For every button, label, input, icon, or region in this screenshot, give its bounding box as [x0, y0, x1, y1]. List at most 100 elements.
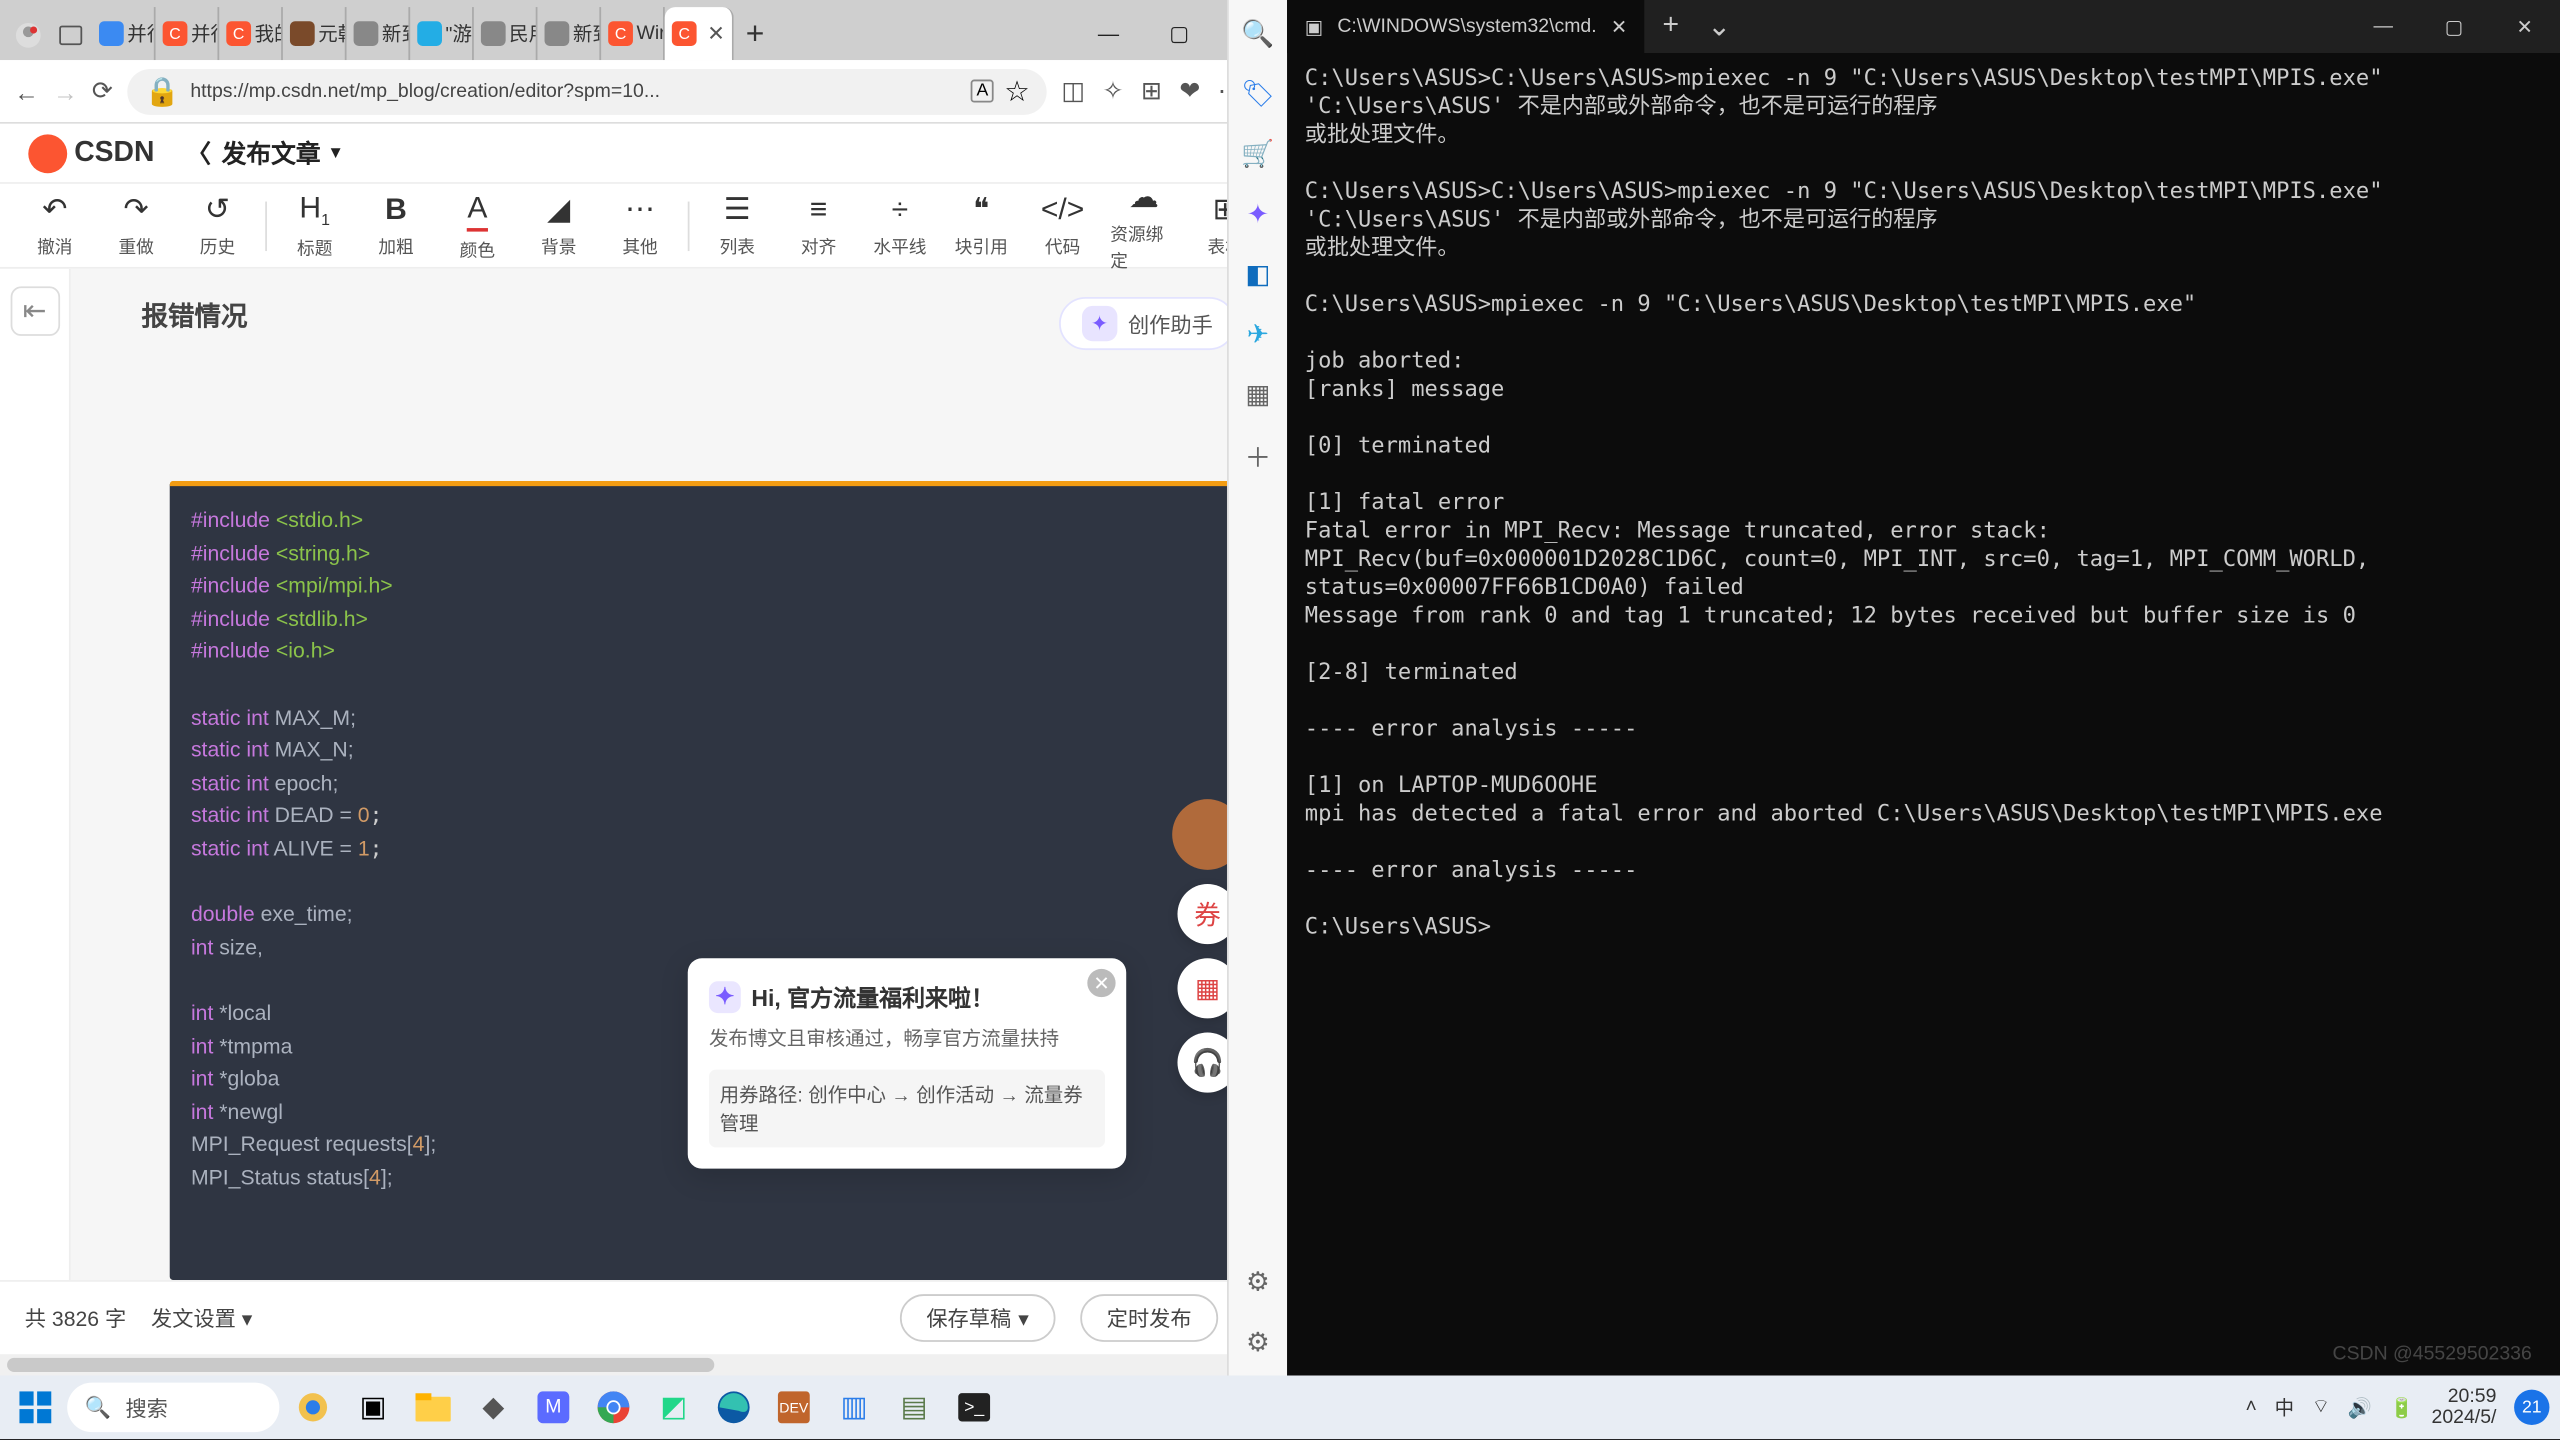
terminal-taskbar-icon[interactable]: >_: [948, 1381, 1001, 1434]
collections-icon[interactable]: ✧: [1103, 76, 1124, 106]
publish-settings[interactable]: 发文设置 ▾: [151, 1303, 252, 1333]
other-button[interactable]: ⋯其他: [606, 193, 673, 258]
start-button[interactable]: [11, 1383, 61, 1433]
resource-button[interactable]: ☁资源绑定: [1110, 179, 1177, 271]
chrome-icon[interactable]: [587, 1381, 640, 1434]
maximize-button[interactable]: ▢: [1144, 7, 1215, 60]
term-maximize-button[interactable]: ▢: [2419, 0, 2490, 53]
browser-tab[interactable]: C并行: [156, 7, 220, 60]
page-favicon-icon: [545, 21, 570, 46]
cart-icon[interactable]: 🛒: [1241, 138, 1274, 170]
send-icon[interactable]: ✈: [1247, 318, 1269, 350]
tag-icon[interactable]: 🏷: [1241, 78, 1275, 110]
favorite-icon[interactable]: ☆: [1004, 73, 1029, 108]
term-minimize-button[interactable]: —: [2348, 0, 2419, 53]
address-bar[interactable]: 🔒 https://mp.csdn.net/mp_blog/creation/e…: [127, 68, 1047, 114]
browser-tab[interactable]: C我的: [219, 7, 283, 60]
profile-icon[interactable]: [11, 18, 46, 53]
terminal-output[interactable]: C:\Users\ASUS>C:\Users\ASUS>mpiexec -n 9…: [1287, 53, 2560, 1375]
tab-close-icon[interactable]: ✕: [707, 21, 725, 46]
browser-tab[interactable]: 新到: [537, 7, 601, 60]
term-close-button[interactable]: ✕: [2489, 0, 2560, 53]
browser-tab[interactable]: C✕: [665, 7, 734, 60]
editor-content[interactable]: 报错情况 ✦ 创作助手 #include <stdio.h> #include …: [71, 269, 1286, 1280]
ai-assist-button[interactable]: ✦ 创作助手: [1059, 297, 1236, 350]
pycharm-icon[interactable]: ◩: [647, 1381, 700, 1434]
schedule-button[interactable]: 定时发布: [1080, 1294, 1218, 1342]
quote-button[interactable]: ❝块引用: [948, 193, 1015, 258]
editor-gutter: ⇤: [0, 269, 71, 1280]
history-button[interactable]: ↺历史: [184, 193, 251, 258]
gear-icon[interactable]: ⚙: [1246, 1326, 1270, 1358]
hr-button[interactable]: ÷水平线: [866, 193, 933, 258]
browser-tab[interactable]: CWir: [601, 7, 665, 60]
browser-tab[interactable]: 新到: [347, 7, 411, 60]
split-icon[interactable]: ◫: [1061, 76, 1084, 106]
refresh-button[interactable]: ⟳: [92, 76, 113, 106]
browser-tab[interactable]: 民用: [474, 7, 538, 60]
page-breadcrumb[interactable]: 〈 发布文章 ▾: [186, 135, 340, 170]
notification-badge[interactable]: 21: [2514, 1390, 2549, 1425]
color-button[interactable]: A颜色: [444, 190, 511, 261]
ime-indicator[interactable]: 中: [2275, 1393, 2294, 1421]
workspace-icon[interactable]: [53, 18, 88, 53]
tool-icon[interactable]: ⚙: [1246, 1266, 1270, 1298]
tab-close-icon[interactable]: ✕: [1611, 15, 1627, 38]
browser-tab[interactable]: 并行: [92, 7, 156, 60]
outline-toggle-icon[interactable]: ⇤: [10, 286, 60, 336]
outlook-icon[interactable]: ◧: [1245, 258, 1270, 290]
performance-icon[interactable]: ❤: [1179, 76, 1200, 106]
taskview-icon[interactable]: ▣: [347, 1381, 400, 1434]
copilot-taskbar-icon[interactable]: [286, 1381, 339, 1434]
save-draft-button[interactable]: 保存草稿 ▾: [900, 1294, 1056, 1342]
explorer-icon[interactable]: [407, 1381, 460, 1434]
taskbar-search[interactable]: 🔍 搜索: [67, 1383, 279, 1433]
minimize-button[interactable]: —: [1073, 7, 1144, 60]
terminal-new-tab[interactable]: +: [1645, 11, 1697, 43]
wifi-icon[interactable]: ⌔: [2312, 1395, 2330, 1420]
battery-icon[interactable]: 🔋: [2390, 1396, 2414, 1419]
code-button[interactable]: </>代码: [1029, 193, 1096, 258]
bgcolor-button[interactable]: ◢背景: [525, 193, 592, 258]
popup-close-icon[interactable]: ✕: [1087, 969, 1115, 997]
page-favicon-icon: [481, 21, 506, 46]
dev-icon[interactable]: DEV: [767, 1381, 820, 1434]
word-count: 共 3826 字: [25, 1303, 127, 1333]
browser-tab[interactable]: 元朝: [283, 7, 347, 60]
notepad-icon[interactable]: ▤: [888, 1381, 941, 1434]
align-button[interactable]: ≡对齐: [785, 193, 852, 258]
editor-footer: 共 3826 字 发文设置 ▾ 保存草稿 ▾ 定时发布: [0, 1280, 1285, 1354]
c-favicon-icon: C: [226, 21, 251, 46]
terminal-tab-menu[interactable]: ⌄: [1697, 9, 1742, 44]
reader-icon[interactable]: A: [971, 80, 993, 103]
extensions-icon[interactable]: ⊞: [1141, 76, 1162, 106]
bold-button[interactable]: B加粗: [362, 193, 429, 258]
terminal-tab[interactable]: ▣ C:\WINDOWS\system32\cmd. ✕: [1287, 0, 1645, 53]
grid-icon[interactable]: ▦: [1245, 378, 1270, 410]
clock[interactable]: 20:59 2024/5/: [2432, 1386, 2497, 1429]
tray-chevron-icon[interactable]: ˄: [2246, 1397, 2257, 1418]
app-icon-1[interactable]: ◆: [467, 1381, 520, 1434]
back-button[interactable]: ←: [14, 77, 39, 105]
edge-icon[interactable]: [707, 1381, 760, 1434]
browser-tab[interactable]: "游: [410, 7, 474, 60]
edge-sidebar: 🔍 🏷 🛒 ✦ ◧ ✈ ▦ ＋ ⚙ ⚙: [1227, 0, 1287, 1376]
volume-icon[interactable]: 🔊: [2348, 1396, 2372, 1419]
app-icon-2[interactable]: M: [527, 1381, 580, 1434]
popup-subtitle: 发布博文且审核通过，畅享官方流量扶持: [709, 1024, 1105, 1052]
new-tab-button[interactable]: +: [734, 16, 776, 60]
undo-button[interactable]: ↶撤消: [21, 193, 88, 258]
horizontal-scrollbar[interactable]: [0, 1354, 1285, 1375]
csdn-header: CSDN 〈 发布文章 ▾: [0, 124, 1285, 184]
tab-strip: 并行C并行C我的元朝新到"游民用新到CWirC✕ + — ▢ ✕: [0, 0, 1285, 60]
q-favicon-icon: [99, 21, 124, 46]
heading-button[interactable]: H1标题: [281, 191, 348, 259]
search-icon[interactable]: 🔍: [1241, 18, 1274, 50]
app-icon-3[interactable]: ▥: [827, 1381, 880, 1434]
redo-button[interactable]: ↷重做: [103, 193, 170, 258]
csdn-logo[interactable]: CSDN: [28, 133, 154, 172]
add-icon[interactable]: ＋: [1245, 438, 1272, 475]
editor-toolbar: ↶撤消 ↷重做 ↺历史 H1标题 B加粗 A颜色 ◢背景 ⋯其他 ☰列表 ≡对齐…: [0, 184, 1285, 269]
list-button[interactable]: ☰列表: [704, 193, 771, 258]
copilot-icon[interactable]: ✦: [1247, 198, 1269, 230]
